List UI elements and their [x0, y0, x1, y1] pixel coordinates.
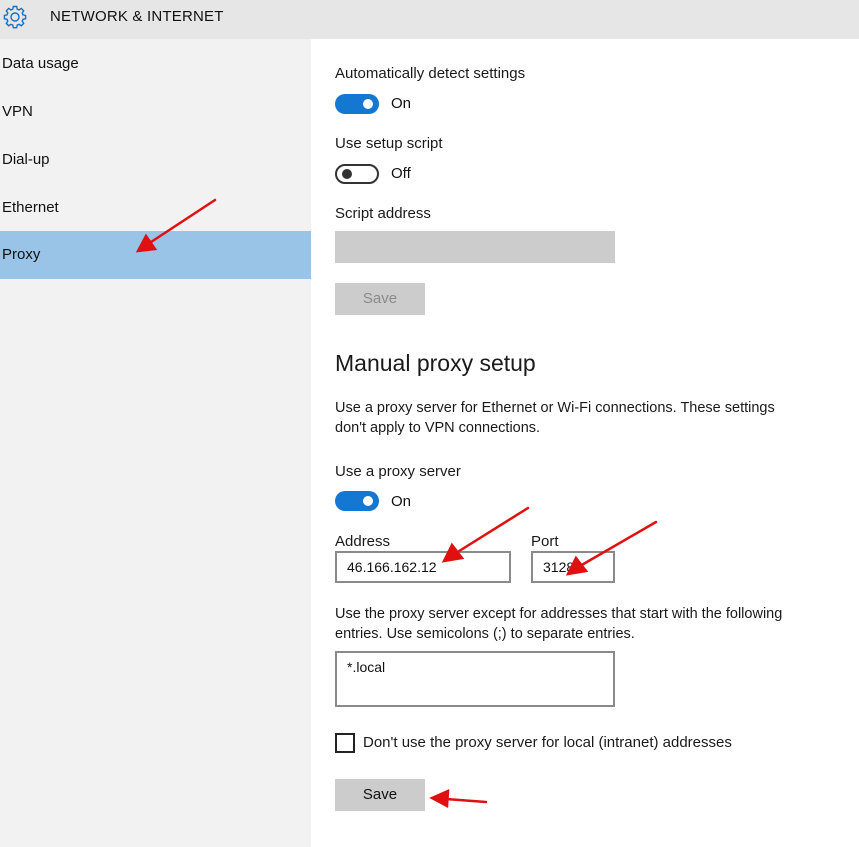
manual-proxy-heading: Manual proxy setup — [335, 350, 536, 376]
gear-icon — [3, 5, 27, 29]
sidebar-item-proxy[interactable]: Proxy — [0, 231, 311, 279]
manual-proxy-description: Use a proxy server for Ethernet or Wi-Fi… — [335, 400, 775, 436]
page-title: NETWORK & INTERNET — [50, 8, 224, 25]
exceptions-description: Use the proxy server except for addresse… — [335, 606, 783, 642]
sidebar-item-vpn[interactable]: VPN — [0, 88, 311, 136]
proxy-address-label: Address — [335, 533, 391, 550]
sidebar-item-data-usage[interactable]: Data usage — [0, 40, 311, 88]
script-address-label: Script address — [335, 205, 431, 222]
setup-script-toggle[interactable] — [335, 164, 379, 184]
use-proxy-toggle[interactable] — [335, 491, 379, 511]
proxy-port-label: Port — [531, 533, 559, 550]
auto-detect-label: Automatically detect settings — [335, 65, 526, 82]
sidebar: Data usage VPN Dial-up Ethernet Proxy — [0, 39, 311, 847]
setup-script-state: Off — [391, 165, 411, 182]
proxy-address-input[interactable] — [335, 551, 511, 583]
local-bypass-checkbox[interactable] — [335, 733, 355, 753]
proxy-port-input[interactable] — [531, 551, 615, 583]
script-address-input[interactable] — [335, 231, 615, 263]
auto-detect-state: On — [391, 95, 412, 112]
local-bypass-label: Don't use the proxy server for local (in… — [363, 734, 732, 751]
auto-detect-toggle[interactable] — [335, 94, 379, 114]
sidebar-item-ethernet[interactable]: Ethernet — [0, 184, 311, 232]
setup-script-label: Use setup script — [335, 135, 443, 152]
use-proxy-label: Use a proxy server — [335, 463, 461, 480]
main-content: Automatically detect settings On Use set… — [311, 39, 859, 847]
exceptions-textarea[interactable]: *.local — [335, 651, 615, 707]
script-save-button[interactable]: Save — [335, 283, 425, 315]
sidebar-item-dial-up[interactable]: Dial-up — [0, 136, 311, 184]
proxy-save-button[interactable]: Save — [335, 779, 425, 811]
title-bar: NETWORK & INTERNET — [0, 0, 859, 39]
use-proxy-state: On — [391, 493, 412, 510]
